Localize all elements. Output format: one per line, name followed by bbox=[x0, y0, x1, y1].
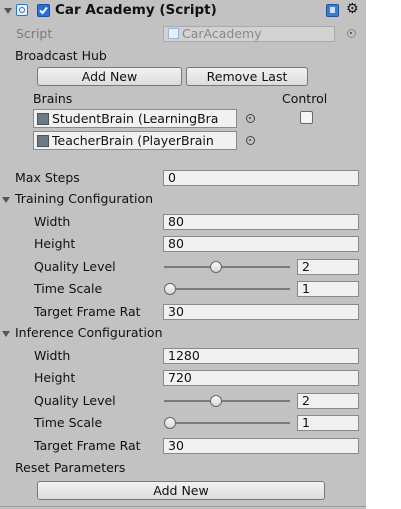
bottom-divider bbox=[0, 506, 366, 507]
component-foldout-icon[interactable] bbox=[4, 8, 12, 14]
training-timescale-field[interactable]: 1 bbox=[297, 281, 359, 297]
brain-asset-icon bbox=[37, 135, 49, 147]
inference-quality-label: Quality Level bbox=[34, 393, 116, 408]
training-quality-slider-track[interactable] bbox=[164, 266, 290, 268]
training-width-field[interactable]: 80 bbox=[163, 214, 359, 230]
remove-last-brain-button[interactable]: Remove Last bbox=[186, 67, 308, 86]
script-file-icon bbox=[16, 4, 28, 16]
script-value: CarAcademy bbox=[182, 26, 262, 41]
component-title: Car Academy (Script) bbox=[55, 2, 217, 18]
training-quality-field[interactable]: 2 bbox=[297, 259, 359, 275]
brain-control-checkbox[interactable] bbox=[300, 111, 313, 124]
script-object-picker-icon[interactable] bbox=[347, 29, 356, 38]
reset-parameters-label: Reset Parameters bbox=[15, 460, 126, 475]
inference-width-field[interactable]: 1280 bbox=[163, 348, 359, 364]
max-steps-label: Max Steps bbox=[15, 170, 80, 185]
broadcast-hub-label: Broadcast Hub bbox=[15, 48, 107, 63]
component-enabled-checkbox[interactable] bbox=[37, 4, 50, 17]
training-config-title[interactable]: Training Configuration bbox=[15, 189, 153, 208]
training-quality-label: Quality Level bbox=[34, 259, 116, 274]
inference-width-label: Width bbox=[34, 348, 71, 363]
inference-foldout-icon[interactable] bbox=[2, 331, 10, 337]
brain-name-student: StudentBrain (LearningBra bbox=[52, 111, 219, 126]
training-height-field[interactable]: 80 bbox=[163, 236, 359, 252]
training-height-label: Height bbox=[34, 236, 76, 251]
training-foldout-icon[interactable] bbox=[2, 197, 10, 203]
brain-object-picker-icon[interactable] bbox=[246, 136, 255, 145]
brain-name-teacher: TeacherBrain (PlayerBrain bbox=[52, 133, 214, 148]
brains-column-header: Brains bbox=[33, 91, 73, 106]
inference-height-field[interactable]: 720 bbox=[163, 370, 359, 386]
control-column-header: Control bbox=[282, 91, 328, 106]
inference-quality-slider-thumb[interactable] bbox=[209, 395, 222, 407]
training-fps-label: Target Frame Rat bbox=[34, 304, 141, 319]
max-steps-field[interactable]: 0 bbox=[163, 170, 359, 186]
inference-timescale-label: Time Scale bbox=[34, 415, 103, 430]
inference-timescale-slider-track[interactable] bbox=[164, 422, 290, 424]
training-fps-field[interactable]: 30 bbox=[163, 304, 359, 320]
brain-field-student[interactable]: StudentBrain (LearningBra bbox=[33, 109, 237, 128]
script-field: CarAcademy bbox=[163, 26, 335, 42]
inspector-panel: Car Academy (Script) ⚙ Script CarAcademy… bbox=[0, 0, 366, 509]
help-book-icon[interactable] bbox=[326, 4, 339, 17]
inference-quality-field[interactable]: 2 bbox=[297, 393, 359, 409]
inference-timescale-field[interactable]: 1 bbox=[297, 415, 359, 431]
inference-fps-label: Target Frame Rat bbox=[34, 438, 141, 453]
add-reset-parameter-button[interactable]: Add New bbox=[37, 481, 325, 500]
inference-config-title[interactable]: Inference Configuration bbox=[15, 323, 163, 342]
training-width-label: Width bbox=[34, 214, 71, 229]
inference-timescale-slider-thumb[interactable] bbox=[164, 417, 176, 429]
script-label: Script bbox=[16, 26, 53, 41]
csharp-script-icon bbox=[168, 28, 179, 39]
inference-fps-field[interactable]: 30 bbox=[163, 438, 359, 454]
brain-object-picker-icon[interactable] bbox=[246, 114, 255, 123]
inference-height-label: Height bbox=[34, 370, 76, 385]
training-timescale-slider-track[interactable] bbox=[164, 288, 290, 290]
training-quality-slider-thumb[interactable] bbox=[209, 261, 222, 273]
add-brain-button[interactable]: Add New bbox=[37, 67, 182, 86]
training-timescale-slider-thumb[interactable] bbox=[164, 283, 176, 295]
inference-quality-slider-track[interactable] bbox=[164, 400, 290, 402]
training-timescale-label: Time Scale bbox=[34, 281, 103, 296]
gear-icon[interactable]: ⚙ bbox=[346, 0, 359, 19]
check-icon bbox=[39, 6, 48, 15]
brain-field-teacher[interactable]: TeacherBrain (PlayerBrain bbox=[33, 131, 237, 150]
brain-asset-icon bbox=[37, 113, 49, 125]
